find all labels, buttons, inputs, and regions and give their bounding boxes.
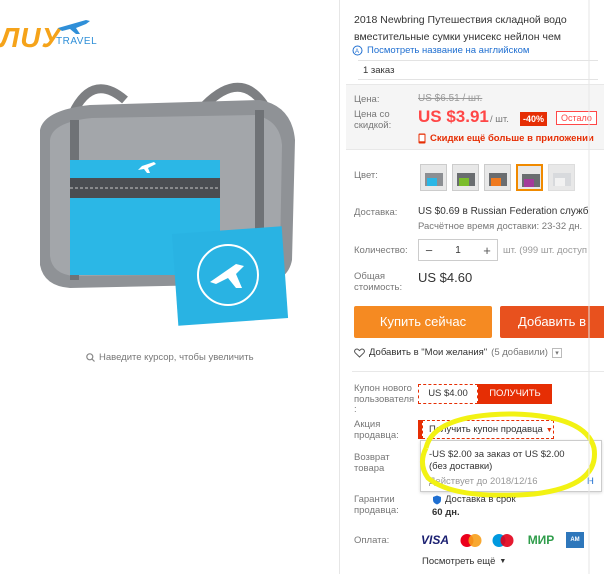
logo-travel: TRAVEL <box>56 36 98 47</box>
more-payments-label: Посмотреть ещё <box>422 556 496 567</box>
total-value: US $4.60 <box>418 270 473 285</box>
discount-badge: -40% <box>520 112 548 126</box>
shipping-value[interactable]: US $0.69 в Russian Federation служб <box>418 206 589 217</box>
translate-link[interactable]: A Посмотреть название на английском <box>352 45 529 56</box>
old-price: US $6.51 / шт. <box>418 93 483 104</box>
highlight-circle <box>420 411 597 498</box>
payment-methods: VISA МИР AM <box>418 532 584 548</box>
app-discount-text: Скидки ещё больше в приложении <box>430 133 594 144</box>
new-user-coupon-label-2: пользователя <box>354 394 415 405</box>
wishlist-link[interactable]: Добавить в "Мои желания" (5 добавили) ▾ <box>354 347 562 358</box>
app-discount-link[interactable]: Скидки ещё больше в приложении <box>418 133 594 144</box>
product-image[interactable] <box>30 60 310 330</box>
plane-icon <box>58 20 90 34</box>
new-user-coupon-value: US $4.00 <box>418 384 478 404</box>
shield-icon <box>433 495 441 504</box>
seller-promo-label-2: продавца: <box>354 430 399 441</box>
color-label: Цвет: <box>354 170 378 181</box>
new-price: US $3.91 <box>418 107 489 126</box>
color-swatch-purple[interactable] <box>516 164 543 191</box>
wishlist-label: Добавить в "Мои желания" <box>369 347 488 358</box>
color-swatch-orange[interactable] <box>484 164 511 191</box>
price-label: Цена: <box>354 94 380 105</box>
more-payments-link[interactable]: Посмотреть ещё ▼ <box>422 556 506 567</box>
color-swatch-green[interactable] <box>452 164 479 191</box>
new-user-coupon-label-3: : <box>354 404 357 415</box>
wishlist-count: (5 добавили) <box>491 347 548 358</box>
quantity-available: шт. (999 шт. доступ <box>503 245 587 256</box>
scrollbar[interactable] <box>586 0 592 574</box>
price-box: Цена: US $6.51 / шт. Цена со скидкой: US… <box>346 84 604 150</box>
color-swatch-white[interactable] <box>548 164 575 191</box>
heart-icon <box>354 348 365 358</box>
payment-label: Оплата: <box>354 535 390 546</box>
returns-label-2: товара <box>354 463 385 474</box>
quantity-plus-button[interactable]: + <box>477 243 497 258</box>
guarantee-label-2: продавца: <box>354 505 399 516</box>
guarantee-days: 60 дн. <box>432 507 460 518</box>
mir-logo: МИР <box>527 533 555 547</box>
per-unit: / шт. <box>490 114 509 125</box>
mastercard-logo <box>458 532 484 548</box>
store-logo[interactable]: ЛUУ TRAVEL <box>0 8 120 53</box>
svg-text:A: A <box>355 49 359 55</box>
chevron-down-icon[interactable]: ▾ <box>551 347 562 358</box>
color-swatches <box>420 164 575 191</box>
logo-mark: ЛUУ <box>0 22 62 53</box>
product-info: 2018 Newbring Путешествия складной водо … <box>346 0 604 574</box>
zoom-hint-text: Наведите курсор, чтобы увеличить <box>99 352 254 363</box>
product-title-line-1: 2018 Newbring Путешествия складной водо <box>354 14 567 26</box>
discount-price-label-2: скидкой: <box>354 120 392 131</box>
zoom-hint: Наведите курсор, чтобы увеличить <box>86 352 254 363</box>
guarantee-value[interactable]: Доставка в срок <box>432 494 516 505</box>
shipping-label: Доставка: <box>354 207 398 218</box>
color-swatch-gray[interactable] <box>420 164 447 191</box>
product-title: 2018 Newbring Путешествия складной водо … <box>354 12 604 46</box>
buy-now-button[interactable]: Купить сейчас <box>354 306 492 338</box>
guarantee-text: Доставка в срок <box>445 494 516 505</box>
quantity-stepper: − 1 + <box>418 239 498 261</box>
maestro-logo <box>490 532 516 548</box>
section-divider <box>352 371 604 372</box>
quantity-input[interactable]: 1 <box>439 245 477 256</box>
amex-logo: AM <box>566 532 584 548</box>
product-gallery: ЛUУ TRAVEL Наведите курсор, чтобы увелич… <box>0 0 340 574</box>
quantity-minus-button[interactable]: − <box>419 243 439 258</box>
total-label-2: стоимость: <box>354 282 403 293</box>
product-title-line-2: вместительные сумки унисекс нейлон чем <box>354 31 562 43</box>
shipping-time: Расчётное время доставки: 23-32 дн. <box>418 221 583 232</box>
visa-logo: VISA <box>420 533 449 547</box>
quantity-label: Количество: <box>354 245 408 256</box>
translate-link-label: Посмотреть название на английском <box>367 45 530 56</box>
magnifier-icon <box>86 353 95 362</box>
translate-icon: A <box>352 45 363 56</box>
chevron-down-icon: ▼ <box>499 558 507 565</box>
get-coupon-button[interactable]: ПОЛУЧИТЬ <box>478 384 552 404</box>
phone-icon <box>418 133 426 144</box>
orders-count: 1 заказ <box>358 60 598 80</box>
